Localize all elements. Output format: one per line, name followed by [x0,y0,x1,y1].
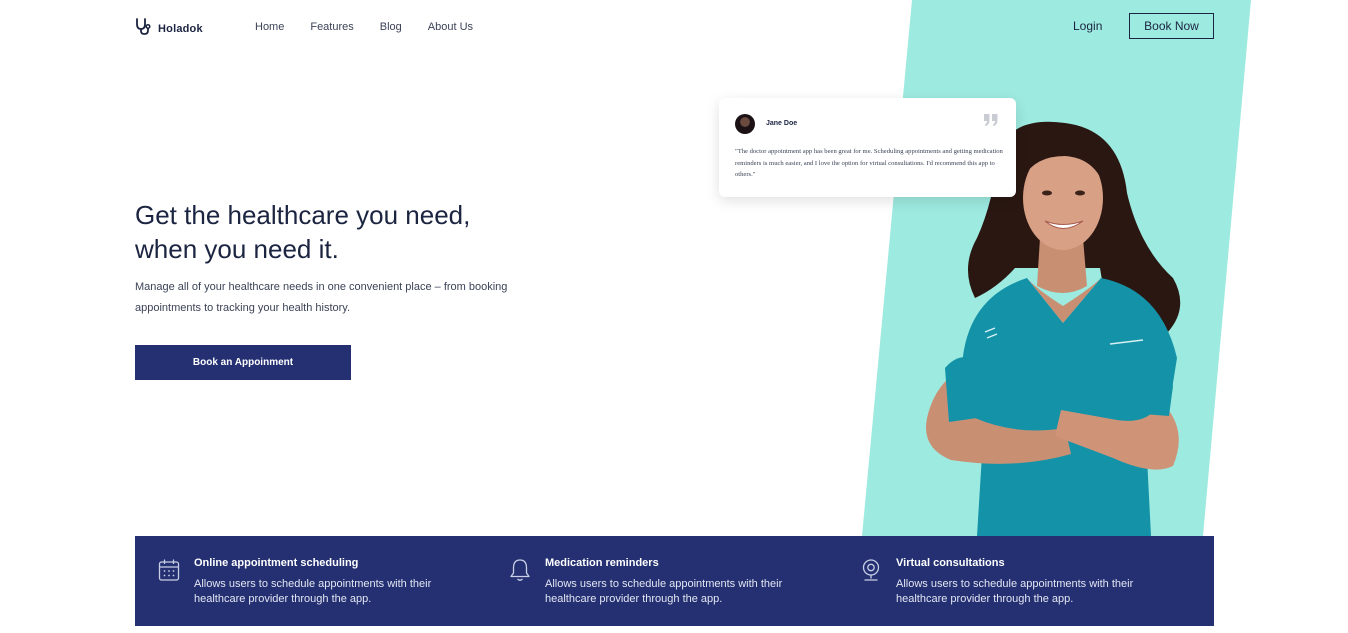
features-bar: Online appointment scheduling Allows use… [135,536,1214,626]
book-now-button[interactable]: Book Now [1129,13,1214,39]
bell-icon [509,558,531,587]
feature-title: Virtual consultations [896,557,1005,569]
hero-title-line-1: Get the healthcare you need, [135,200,471,230]
brand-logo[interactable]: Holadok [135,18,203,40]
calendar-icon [158,558,180,587]
hero-subtitle: Manage all of your healthcare needs in o… [135,281,508,314]
login-link[interactable]: Login [1073,19,1102,33]
nav-link-features[interactable]: Features [310,21,353,33]
book-appointment-button[interactable]: Book an Appoinment [135,345,351,380]
quote-icon [983,113,999,132]
feature-description: Allows users to schedule appointments wi… [194,578,432,605]
reviewer-name: Jane Doe [766,120,798,127]
feature-description: Allows users to schedule appointments wi… [896,578,1134,605]
testimonial-card: Jane Doe "The doctor appointment app has… [719,98,1016,197]
main-nav: Home Features Blog About Us [255,21,473,33]
hero-title-line-2: when you need it. [135,234,339,264]
webcam-icon [860,558,882,587]
nav-link-home[interactable]: Home [255,21,284,33]
feature-title: Online appointment scheduling [194,557,359,569]
review-text: "The doctor appointment app has been gre… [735,148,1003,178]
hero-title: Get the healthcare you need, when you ne… [135,198,555,266]
feature-title: Medication reminders [545,557,659,569]
stethoscope-icon [135,18,151,40]
nav-link-about-us[interactable]: About Us [428,21,473,33]
reviewer-avatar [735,114,755,134]
nav-link-blog[interactable]: Blog [380,21,402,33]
feature-description: Allows users to schedule appointments wi… [545,578,783,605]
brand-name: Holadok [158,23,203,35]
